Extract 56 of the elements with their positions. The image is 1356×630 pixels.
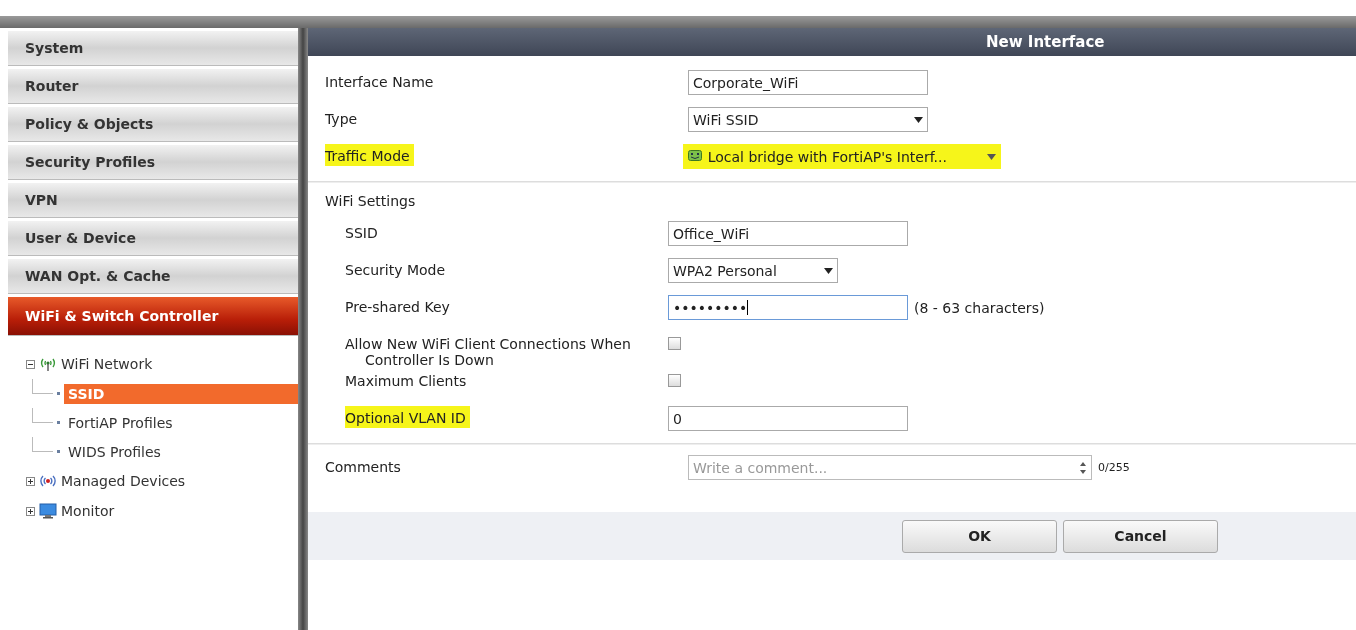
- checkbox[interactable]: [668, 337, 681, 350]
- dropdown[interactable]: WPA2 Personal: [668, 258, 838, 283]
- tree-item[interactable]: Managed Devices: [61, 473, 186, 489]
- tree-toggle[interactable]: [26, 476, 35, 486]
- menu-item[interactable]: WAN Opt. & Cache: [8, 259, 298, 294]
- input-field[interactable]: Office_WiFi: [668, 221, 908, 246]
- bullet-icon: [57, 392, 60, 395]
- checkbox[interactable]: [668, 374, 681, 387]
- menu-item[interactable]: User & Device: [8, 221, 298, 256]
- field-label: Comments: [325, 458, 402, 475]
- spinner-icon: [1079, 460, 1087, 475]
- ok-button[interactable]: OK: [902, 519, 1057, 553]
- field-label: Controller Is Down: [364, 352, 495, 368]
- field-label: Interface Name: [325, 73, 435, 90]
- field-label: Traffic Mode: [325, 144, 414, 166]
- dropdown[interactable]: WiFi SSID: [688, 107, 928, 132]
- tree-item[interactable]: Monitor: [61, 503, 115, 519]
- caret-icon: [986, 153, 996, 160]
- cancel-button[interactable]: Cancel: [1063, 519, 1218, 553]
- bridge-icon: [687, 150, 702, 163]
- field-label: Type: [325, 110, 359, 127]
- dropdown[interactable]: Local bridge with FortiAP's Interf...: [682, 144, 1001, 169]
- signal-icon: [39, 473, 57, 489]
- tree-line: [32, 408, 53, 423]
- field-label: Allow New WiFi Client Connections When: [345, 335, 631, 352]
- tree-item[interactable]: FortiAP Profiles: [64, 412, 298, 433]
- input-field[interactable]: Corporate_WiFi: [688, 70, 928, 95]
- field-label: Maximum Clients: [345, 372, 467, 389]
- field-label: Security Mode: [345, 261, 446, 278]
- bullet-icon: [57, 450, 60, 453]
- field-label: Optional VLAN ID: [345, 406, 470, 428]
- dialog-title: New Interface: [986, 33, 1105, 51]
- caret-icon: [824, 267, 833, 274]
- menu-item[interactable]: Router: [8, 69, 298, 104]
- field-label: Pre-shared Key: [345, 298, 450, 315]
- tree-line: [32, 379, 53, 394]
- menu-item[interactable]: Policy & Objects: [8, 107, 298, 142]
- input-field[interactable]: 0: [668, 406, 908, 431]
- menu-item[interactable]: Security Profiles: [8, 145, 298, 180]
- tree-item[interactable]: WIDS Profiles: [64, 441, 298, 462]
- tree-line: [32, 437, 53, 452]
- bullet-icon: [57, 421, 60, 424]
- menu-item[interactable]: WiFi & Switch Controller: [8, 297, 298, 336]
- tree-toggle[interactable]: [26, 359, 35, 369]
- antenna-icon: [39, 356, 57, 372]
- caret-icon: [914, 116, 923, 123]
- password-field[interactable]: •••••••••: [668, 295, 908, 320]
- tree-toggle[interactable]: [26, 506, 35, 516]
- field-hint: (8 - 63 characters): [914, 299, 1045, 316]
- menu-item[interactable]: VPN: [8, 183, 298, 218]
- tree-item[interactable]: WiFi Network: [61, 356, 153, 372]
- char-counter: 0/255: [1098, 461, 1130, 474]
- menu-item[interactable]: System: [8, 31, 298, 66]
- monitor-icon: [39, 503, 57, 519]
- section-title: WiFi Settings: [325, 193, 417, 209]
- field-label: SSID: [345, 224, 378, 241]
